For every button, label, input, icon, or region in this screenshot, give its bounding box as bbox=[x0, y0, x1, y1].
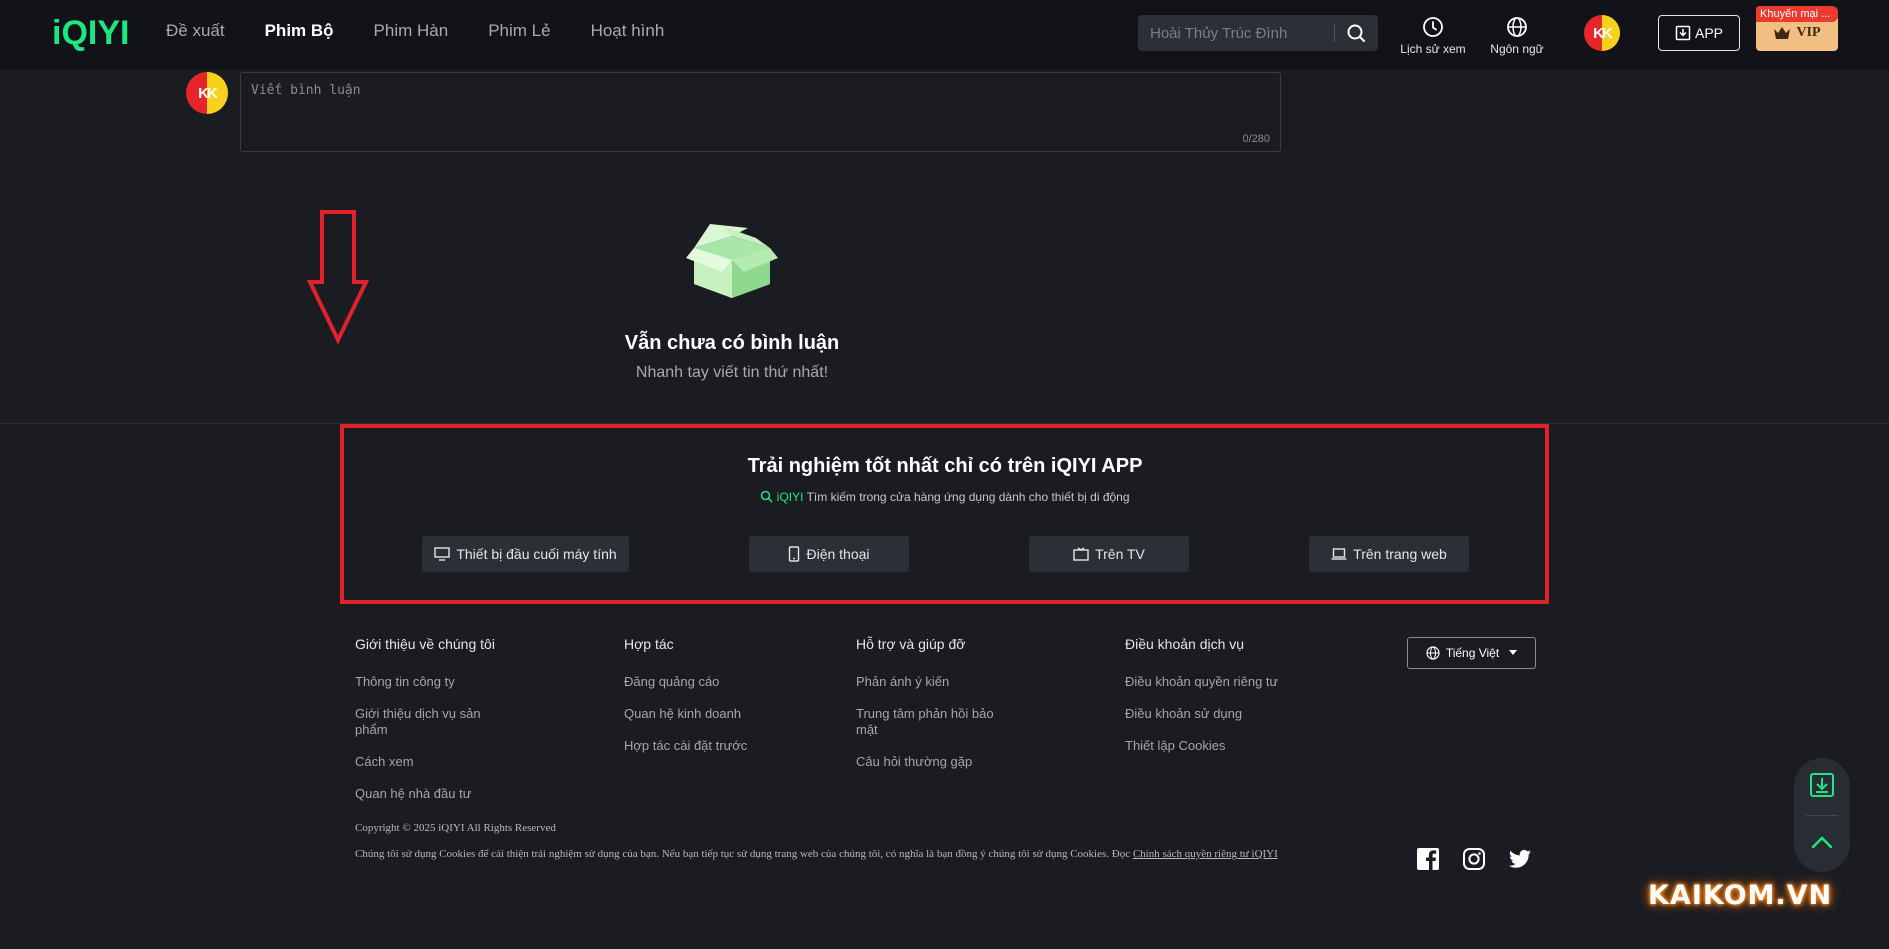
commenter-avatar-text: KK bbox=[198, 84, 218, 102]
footer-link[interactable]: Trung tâm phản hồi bảo mật bbox=[856, 706, 1006, 738]
phone-icon bbox=[789, 546, 800, 562]
language-button[interactable]: Ngôn ngữ bbox=[1482, 16, 1552, 56]
download-app-icon[interactable] bbox=[1809, 772, 1835, 798]
footer-link[interactable]: Hợp tác cài đặt trước bbox=[624, 738, 747, 754]
footer-link[interactable]: Giới thiệu dịch vụ sản phẩm bbox=[355, 706, 505, 738]
footer-col-terms: Điều khoản dịch vụ Điều khoản quyền riên… bbox=[1125, 636, 1278, 770]
footer-link[interactable]: Điều khoản quyền riêng tư bbox=[1125, 674, 1278, 690]
floating-side-widget bbox=[1794, 758, 1850, 872]
laptop-icon bbox=[1331, 548, 1347, 560]
device-pc-button[interactable]: Thiết bị đầu cuối máy tính bbox=[422, 536, 629, 572]
app-promo-subtitle: iQIYI Tìm kiếm trong cửa hàng ứng dụng d… bbox=[645, 490, 1245, 504]
tv-icon bbox=[1073, 547, 1089, 561]
search-icon bbox=[1347, 24, 1365, 42]
cookie-text: Chúng tôi sử dụng Cookies để cải thiện t… bbox=[355, 848, 1133, 860]
device-tv-label: Trên TV bbox=[1095, 546, 1145, 562]
side-widget-divider bbox=[1806, 815, 1838, 816]
main-nav: Đề xuất Phim Bộ Phim Hàn Phim Lẻ Hoạt hì… bbox=[166, 0, 704, 62]
app-promo-title: Trải nghiệm tốt nhất chỉ có trên iQIYI A… bbox=[747, 455, 1143, 477]
download-icon bbox=[1675, 25, 1691, 41]
footer-language-select[interactable]: Tiếng Việt bbox=[1407, 637, 1536, 669]
instagram-icon[interactable] bbox=[1462, 847, 1486, 871]
device-web-label: Trên trang web bbox=[1353, 546, 1447, 562]
copyright-text: Copyright © 2025 iQIYI All Rights Reserv… bbox=[355, 822, 556, 834]
app-promo-highlight bbox=[340, 424, 1549, 604]
commenter-avatar: KK bbox=[186, 72, 228, 114]
footer-link[interactable]: Quan hệ nhà đầu tư bbox=[355, 786, 505, 802]
vip-label: VIP bbox=[1796, 25, 1821, 40]
device-pc-label: Thiết bị đầu cuối máy tính bbox=[456, 546, 617, 562]
footer-link[interactable]: Phản ánh ý kiến bbox=[856, 674, 1006, 690]
comment-box: 0/280 bbox=[240, 72, 1281, 152]
user-avatar[interactable]: KK bbox=[1584, 15, 1620, 51]
app-promo-brand: iQIYI bbox=[776, 490, 804, 504]
search-icon bbox=[761, 490, 773, 503]
caret-down-icon bbox=[1509, 650, 1518, 655]
footer-link[interactable]: Quan hệ kinh doanh bbox=[624, 706, 747, 722]
device-phone-button[interactable]: Điện thoại bbox=[749, 536, 909, 572]
footer-col-about: Giới thiệu về chúng tôi Thông tin công t… bbox=[355, 636, 505, 818]
nav-phim-han[interactable]: Phim Hàn bbox=[374, 21, 449, 41]
search-divider bbox=[1334, 24, 1335, 42]
history-button[interactable]: Lịch sử xem bbox=[1398, 16, 1468, 56]
nav-phim-le[interactable]: Phim Lẻ bbox=[488, 21, 550, 41]
crown-icon bbox=[1774, 27, 1791, 39]
clock-icon bbox=[1423, 17, 1443, 37]
search-input[interactable] bbox=[1150, 15, 1340, 51]
twitter-icon[interactable] bbox=[1508, 847, 1532, 871]
footer-link[interactable]: Thiết lập Cookies bbox=[1125, 738, 1275, 754]
cookie-notice: Chúng tôi sử dụng Cookies để cải thiện t… bbox=[355, 847, 1355, 862]
scroll-top-icon[interactable] bbox=[1809, 830, 1835, 856]
nav-phim-bo[interactable]: Phim Bộ bbox=[265, 21, 334, 41]
footer-col-title: Hợp tác bbox=[624, 636, 674, 652]
footer-col-title: Điều khoản dịch vụ bbox=[1125, 636, 1245, 652]
globe-icon bbox=[1426, 646, 1440, 660]
app-label: APP bbox=[1694, 25, 1723, 41]
nav-de-xuat[interactable]: Đề xuất bbox=[166, 21, 225, 41]
footer-link[interactable]: Câu hỏi thường gặp bbox=[856, 754, 1006, 770]
nav-hoat-hinh[interactable]: Hoạt hình bbox=[591, 21, 665, 41]
privacy-policy-link[interactable]: Chính sách quyền riêng tư iQIYI bbox=[1133, 848, 1278, 860]
device-web-button[interactable]: Trên trang web bbox=[1309, 536, 1469, 572]
footer-col-support: Hỗ trợ và giúp đỡ Phản ánh ý kiến Trung … bbox=[856, 636, 1006, 786]
char-counter: 0/280 bbox=[1242, 133, 1270, 145]
kaikom-watermark: KAIKOM.VN bbox=[1648, 880, 1833, 911]
search-bar bbox=[1138, 15, 1378, 51]
device-phone-label: Điện thoại bbox=[806, 546, 870, 562]
history-label: Lịch sử xem bbox=[1400, 42, 1466, 56]
search-button[interactable] bbox=[1342, 20, 1370, 46]
footer-link[interactable]: Điều khoản sử dụng bbox=[1125, 706, 1275, 722]
facebook-icon[interactable] bbox=[1416, 847, 1440, 871]
avatar-text: KK bbox=[1593, 24, 1613, 42]
iqiyi-logo[interactable]: iQIYI bbox=[52, 14, 129, 53]
footer-link[interactable]: Đăng quảng cáo bbox=[624, 674, 747, 690]
red-down-arrow-icon bbox=[306, 210, 370, 344]
app-download-button[interactable]: APP bbox=[1658, 15, 1740, 51]
comment-input[interactable] bbox=[251, 83, 1251, 133]
footer-link[interactable]: Cách xem bbox=[355, 754, 505, 770]
footer-col-title: Hỗ trợ và giúp đỡ bbox=[856, 636, 966, 652]
footer-col-title: Giới thiệu về chúng tôi bbox=[355, 636, 495, 652]
promo-badge: Khuyến mại ... bbox=[1756, 6, 1838, 22]
footer-col-partner: Hợp tác Đăng quảng cáo Quan hệ kinh doan… bbox=[624, 636, 747, 770]
empty-box-icon bbox=[686, 224, 778, 298]
language-label: Ngôn ngữ bbox=[1490, 42, 1544, 56]
footer-language-label: Tiếng Việt bbox=[1445, 646, 1500, 660]
top-header: iQIYI Đề xuất Phim Bộ Phim Hàn Phim Lẻ H… bbox=[0, 0, 1889, 70]
monitor-icon bbox=[434, 547, 451, 561]
device-tv-button[interactable]: Trên TV bbox=[1029, 536, 1189, 572]
globe-icon bbox=[1507, 17, 1527, 37]
empty-comments-title: Vẫn chưa có bình luận bbox=[624, 332, 840, 354]
footer-link[interactable]: Thông tin công ty bbox=[355, 674, 505, 690]
app-promo-search-text: Tìm kiếm trong cửa hàng ứng dụng dành ch… bbox=[806, 490, 1130, 504]
empty-comments-subtitle: Nhanh tay viết tin thứ nhất! bbox=[635, 364, 829, 381]
